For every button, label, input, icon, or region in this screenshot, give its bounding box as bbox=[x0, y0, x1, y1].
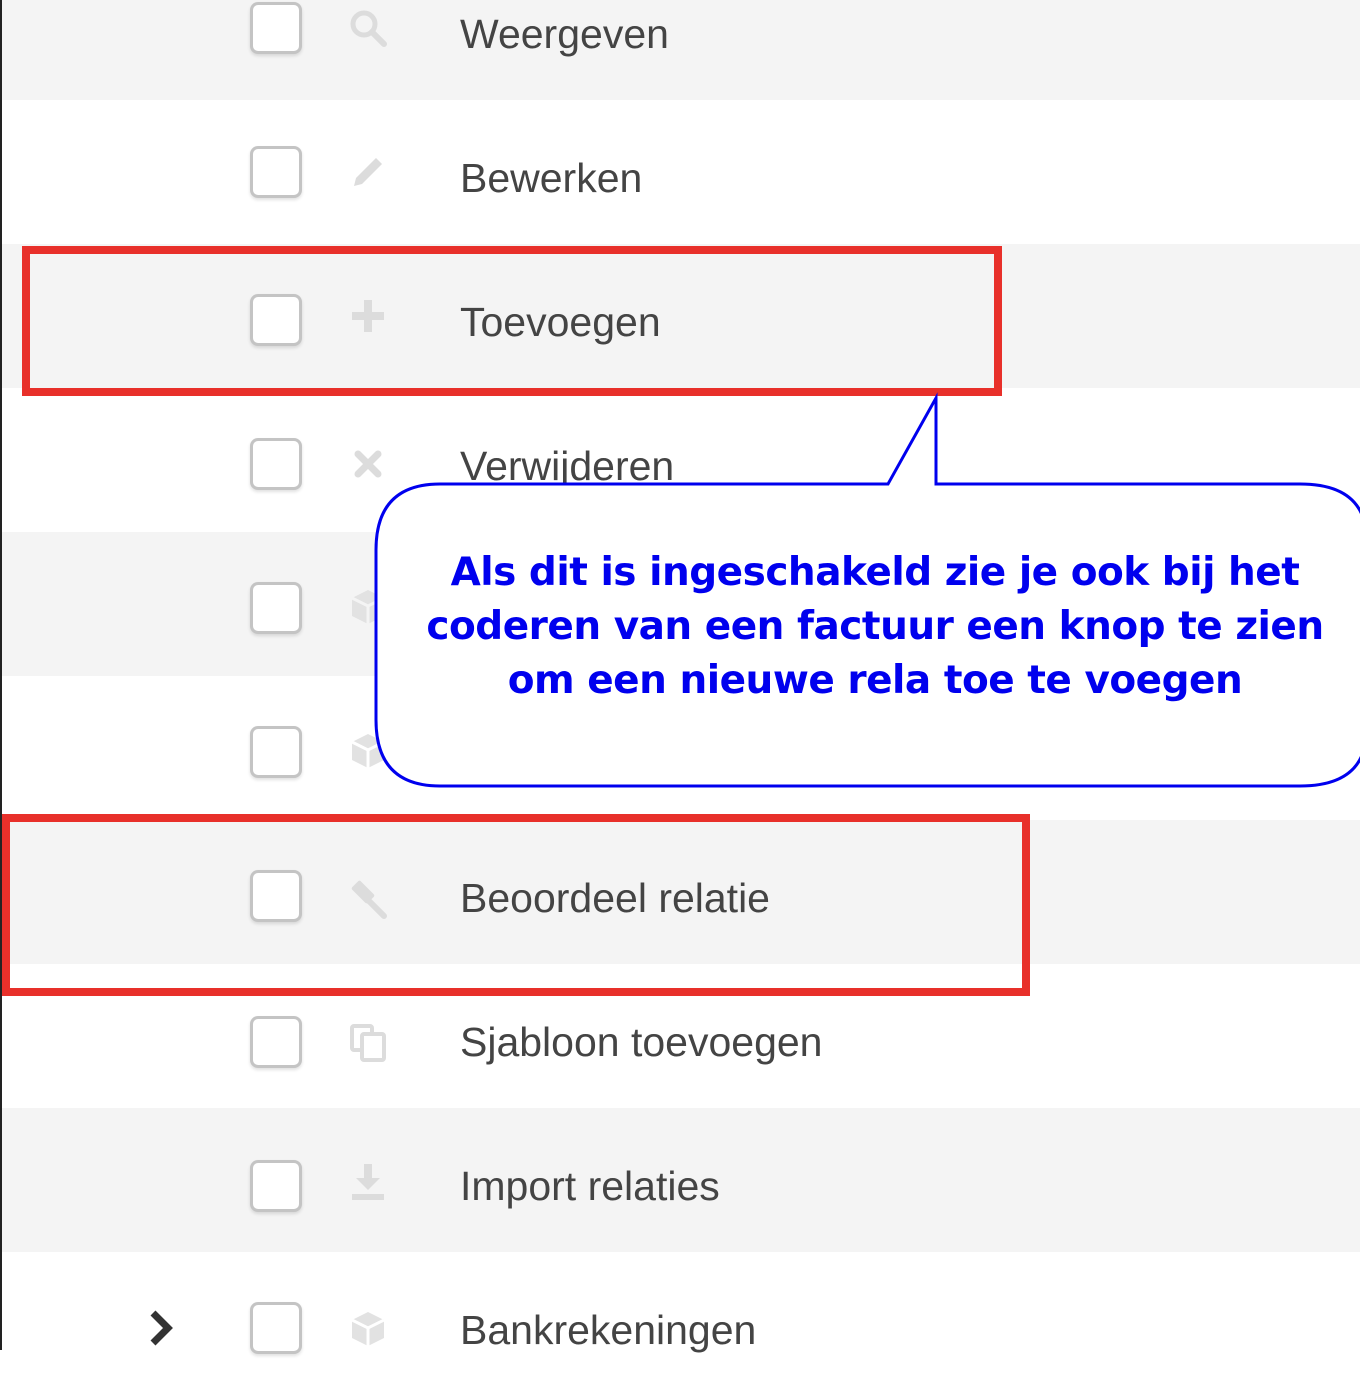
callout-line: coderen van een factuur een knop te zien bbox=[426, 604, 1324, 649]
callout-line: om een nieuwe rela toe te voegen bbox=[507, 658, 1243, 703]
callout-line: Als dit is ingeschakeld zie je ook bij h… bbox=[450, 550, 1300, 595]
callout-text: Als dit is ingeschakeld zie je ook bij h… bbox=[396, 546, 1354, 708]
